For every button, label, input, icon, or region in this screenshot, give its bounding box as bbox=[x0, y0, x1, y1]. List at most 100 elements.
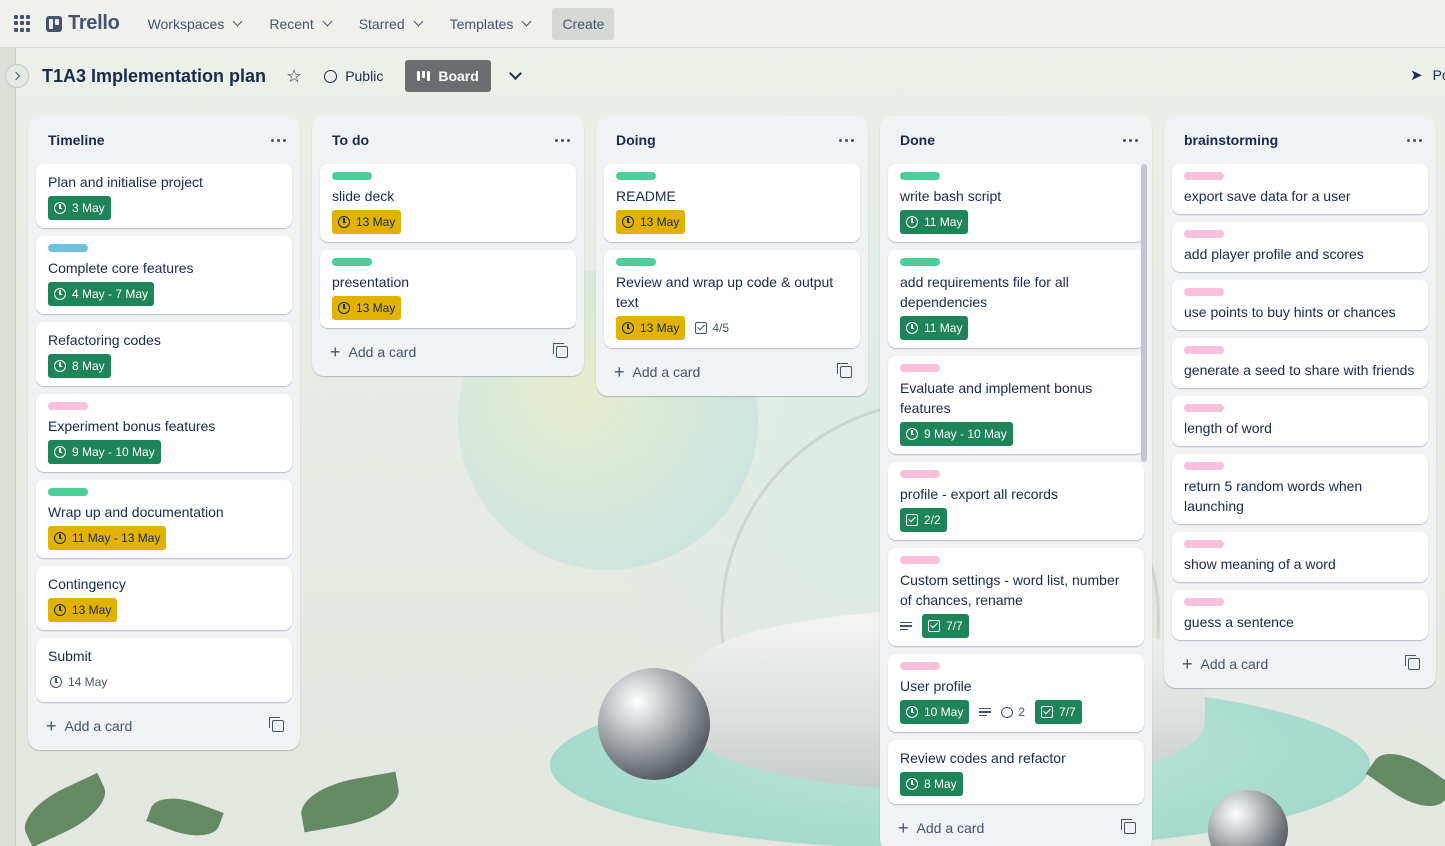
create-from-template-icon[interactable] bbox=[553, 343, 568, 358]
label-pink[interactable] bbox=[1184, 598, 1224, 606]
label-pink[interactable] bbox=[900, 470, 940, 478]
due-date-badge[interactable]: 4 May - 7 May bbox=[48, 282, 155, 306]
card[interactable]: Review and wrap up code & output text 13 … bbox=[604, 250, 860, 348]
label-green[interactable] bbox=[332, 172, 372, 180]
label-pink[interactable] bbox=[48, 402, 88, 410]
card[interactable]: Wrap up and documentation 11 May - 13 May bbox=[36, 480, 292, 558]
due-date-badge[interactable]: 14 May bbox=[48, 670, 109, 694]
card[interactable]: Contingency 13 May bbox=[36, 566, 292, 630]
due-date-badge[interactable]: 9 May - 10 May bbox=[48, 440, 161, 464]
due-date-badge[interactable]: 9 May - 10 May bbox=[900, 422, 1013, 446]
label-green[interactable] bbox=[616, 258, 656, 266]
add-card-button[interactable]: + Add a card bbox=[888, 812, 1144, 844]
add-card-button[interactable]: + Add a card bbox=[36, 710, 292, 742]
create-from-template-icon[interactable] bbox=[1121, 819, 1136, 834]
card[interactable]: README 13 May bbox=[604, 164, 860, 242]
due-date-badge[interactable]: 8 May bbox=[900, 772, 963, 796]
card[interactable]: add player profile and scores bbox=[1172, 222, 1428, 272]
label-pink[interactable] bbox=[1184, 540, 1224, 548]
card[interactable]: return 5 random words when launching bbox=[1172, 454, 1428, 524]
list-title[interactable]: Doing bbox=[616, 132, 656, 148]
due-date-badge[interactable]: 3 May bbox=[48, 196, 111, 220]
label-pink[interactable] bbox=[1184, 230, 1224, 238]
card[interactable]: Experiment bonus features 9 May - 10 May bbox=[36, 394, 292, 472]
label-pink[interactable] bbox=[900, 556, 940, 564]
checklist-badge[interactable]: 7/7 bbox=[922, 614, 969, 638]
card[interactable]: profile - export all records 2/2 bbox=[888, 462, 1144, 540]
trello-logo[interactable]: Trello bbox=[46, 12, 120, 35]
label-pink[interactable] bbox=[900, 662, 940, 670]
due-date-badge[interactable]: 11 May bbox=[900, 316, 969, 340]
due-date-badge[interactable]: 11 May bbox=[900, 210, 969, 234]
card[interactable]: Refactoring codes 8 May bbox=[36, 322, 292, 386]
label-green[interactable] bbox=[332, 258, 372, 266]
checklist-badge[interactable]: 2/2 bbox=[900, 508, 947, 532]
more-options-icon[interactable] bbox=[1123, 138, 1138, 142]
card[interactable]: slide deck 13 May bbox=[320, 164, 576, 242]
workspaces-menu[interactable]: Workspaces bbox=[138, 8, 252, 40]
list-title[interactable]: To do bbox=[332, 132, 369, 148]
card[interactable]: Review codes and refactor 8 May bbox=[888, 740, 1144, 804]
card[interactable]: guess a sentence bbox=[1172, 590, 1428, 640]
view-switcher-chevron-icon[interactable] bbox=[508, 67, 522, 80]
label-green[interactable] bbox=[900, 258, 940, 266]
add-card-button[interactable]: + Add a card bbox=[604, 356, 860, 388]
more-options-icon[interactable] bbox=[271, 138, 286, 142]
card[interactable]: Submit 14 May bbox=[36, 638, 292, 702]
list-scrollbar[interactable] bbox=[1141, 164, 1147, 462]
due-date-badge[interactable]: 13 May bbox=[48, 598, 118, 622]
star-icon[interactable]: ☆ bbox=[286, 66, 302, 87]
list-title[interactable]: Done bbox=[900, 132, 935, 148]
due-date-badge[interactable]: 13 May bbox=[616, 210, 686, 234]
card[interactable]: Plan and initialise project 3 May bbox=[36, 164, 292, 228]
visibility-button[interactable]: Public bbox=[324, 68, 383, 84]
card[interactable]: Complete core features 4 May - 7 May bbox=[36, 236, 292, 314]
label-pink[interactable] bbox=[1184, 404, 1224, 412]
starred-menu[interactable]: Starred bbox=[349, 8, 432, 40]
due-date-badge[interactable]: 13 May bbox=[332, 296, 402, 320]
board-title[interactable]: T1A3 Implementation plan bbox=[42, 66, 266, 87]
list-title[interactable]: brainstorming bbox=[1184, 132, 1278, 148]
card[interactable]: use points to buy hints or chances bbox=[1172, 280, 1428, 330]
more-options-icon[interactable] bbox=[555, 138, 570, 142]
label-teal[interactable] bbox=[48, 244, 88, 252]
label-pink[interactable] bbox=[1184, 172, 1224, 180]
create-from-template-icon[interactable] bbox=[269, 717, 284, 732]
add-card-button[interactable]: + Add a card bbox=[1172, 648, 1428, 680]
card[interactable]: User profile 10 May 2 7/7 bbox=[888, 654, 1144, 732]
app-switcher-icon[interactable] bbox=[14, 14, 32, 33]
label-pink[interactable] bbox=[1184, 346, 1224, 354]
more-options-icon[interactable] bbox=[1407, 138, 1422, 142]
recent-menu[interactable]: Recent bbox=[259, 8, 340, 40]
power-ups-button[interactable]: ➤ Pc bbox=[1410, 66, 1445, 84]
label-pink[interactable] bbox=[900, 364, 940, 372]
more-options-icon[interactable] bbox=[839, 138, 854, 142]
card[interactable]: generate a seed to share with friends bbox=[1172, 338, 1428, 388]
label-pink[interactable] bbox=[1184, 288, 1224, 296]
card[interactable]: show meaning of a word bbox=[1172, 532, 1428, 582]
create-button[interactable]: Create bbox=[552, 7, 615, 40]
card[interactable]: length of word bbox=[1172, 396, 1428, 446]
due-date-badge[interactable]: 13 May bbox=[332, 210, 402, 234]
due-date-badge[interactable]: 8 May bbox=[48, 354, 111, 378]
due-date-badge[interactable]: 10 May bbox=[900, 700, 970, 724]
create-from-template-icon[interactable] bbox=[837, 363, 852, 378]
due-date-badge[interactable]: 11 May - 13 May bbox=[48, 526, 167, 550]
card[interactable]: Custom settings - word list, number of c… bbox=[888, 548, 1144, 646]
add-card-button[interactable]: + Add a card bbox=[320, 336, 576, 368]
due-date-badge[interactable]: 13 May bbox=[616, 316, 686, 340]
checklist-badge[interactable]: 7/7 bbox=[1035, 700, 1082, 724]
card[interactable]: presentation 13 May bbox=[320, 250, 576, 328]
card[interactable]: write bash script 11 May bbox=[888, 164, 1144, 242]
create-from-template-icon[interactable] bbox=[1405, 655, 1420, 670]
expand-sidebar-button[interactable] bbox=[5, 64, 29, 88]
label-pink[interactable] bbox=[1184, 462, 1224, 470]
label-green[interactable] bbox=[48, 488, 88, 496]
label-green[interactable] bbox=[616, 172, 656, 180]
card[interactable]: Evaluate and implement bonus features 9 M… bbox=[888, 356, 1144, 454]
templates-menu[interactable]: Templates bbox=[440, 8, 541, 40]
list-title[interactable]: Timeline bbox=[48, 132, 105, 148]
card[interactable]: add requirements file for all dependenci… bbox=[888, 250, 1144, 348]
label-green[interactable] bbox=[900, 172, 940, 180]
card[interactable]: export save data for a user bbox=[1172, 164, 1428, 214]
